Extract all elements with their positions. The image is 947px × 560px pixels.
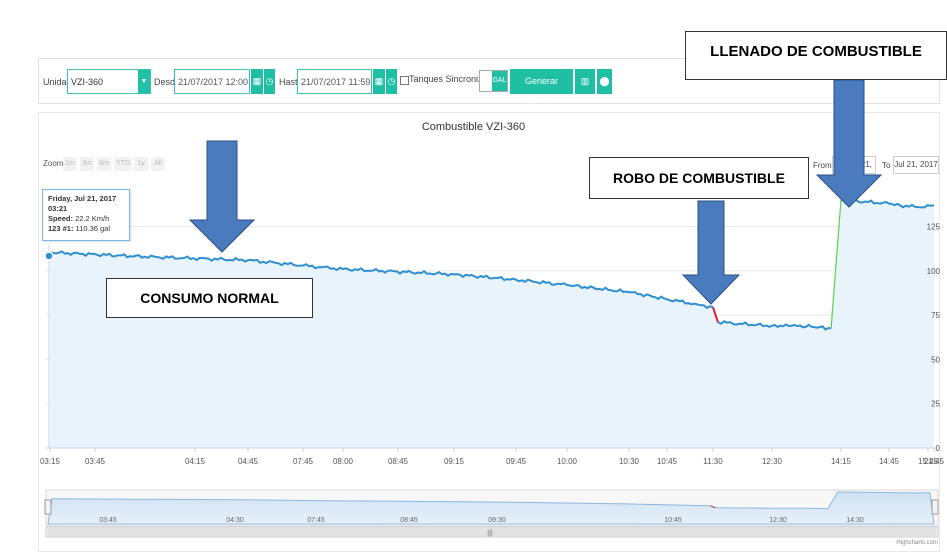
x-axis-ticks: 03:15 03:45 04:15 04:45 07:45 08:00 08:45 09:15… (40, 447, 945, 466)
y-tick-label: 25 (931, 400, 940, 409)
x-tick-label: 14:15 (831, 457, 852, 466)
scrollbar-grip-icon: ||| (487, 530, 493, 537)
x-tick-label: 08:00 (333, 457, 354, 466)
navigator-left-handle[interactable] (44, 499, 52, 515)
navigator-tick-label: 10:45 (664, 517, 682, 524)
navigator-tick-label: 09:30 (488, 517, 506, 524)
x-tick-label: 03:45 (85, 457, 106, 466)
navigator-tick-label: 04:30 (226, 517, 244, 524)
y-tick-label: 75 (931, 311, 940, 320)
x-tick-label: 03:15 (40, 457, 61, 466)
y-tick-label: 0 (936, 444, 941, 453)
tooltip-date: Friday, Jul 21, 2017 03:21 (48, 194, 117, 213)
navigator-tick-label: 03:45 (99, 517, 117, 524)
navigator-right-handle[interactable] (931, 499, 939, 515)
consumo-callout: CONSUMO NORMAL (106, 278, 313, 318)
llenado-callout: LLENADO DE COMBUSTIBLE (685, 31, 947, 80)
navigator-tick-label: 14:30 (846, 517, 864, 524)
tooltip-speed-label: Speed: (48, 214, 74, 223)
x-tick-label: 09:15 (444, 457, 465, 466)
hover-point-marker (44, 251, 54, 261)
tooltip-tank-value: 110.36 gal (75, 224, 111, 233)
x-tick-label: 21:45 (924, 457, 945, 466)
arrow-down-icon (681, 200, 741, 305)
arrow-down-icon (188, 140, 256, 253)
chart-credits: Highcharts.com (896, 540, 938, 546)
y-tick-label: 50 (931, 355, 940, 364)
x-tick-label: 09:45 (506, 457, 527, 466)
x-tick-label: 14:45 (879, 457, 900, 466)
robo-callout: ROBO DE COMBUSTIBLE (589, 157, 809, 199)
x-tick-label: 10:00 (557, 457, 578, 466)
x-tick-label: 04:15 (185, 457, 206, 466)
tooltip-speed-value: 22.2 Km/h (75, 214, 110, 223)
series-area (50, 199, 934, 448)
x-tick-label: 10:45 (657, 457, 678, 466)
y-tick-label: 100 (927, 267, 941, 276)
arrow-down-icon (815, 79, 883, 208)
x-tick-label: 12:30 (762, 457, 783, 466)
navigator-tick-label: 07:45 (307, 517, 325, 524)
tooltip-speed: Speed: 22.2 Km/h (48, 214, 124, 224)
x-tick-label: 08:45 (388, 457, 409, 466)
tooltip-tank-label: 123 #1: (48, 224, 74, 233)
navigator-tick-label: 12:30 (769, 517, 787, 524)
x-tick-label: 10:30 (619, 457, 640, 466)
x-tick-label: 04:45 (238, 457, 259, 466)
x-tick-label: 11:30 (703, 457, 723, 466)
tooltip-tank: 123 #1: 110.36 gal (48, 224, 124, 234)
chart-tooltip: Friday, Jul 21, 2017 03:21 Speed: 22.2 K… (42, 189, 130, 241)
x-tick-label: 07:45 (293, 457, 314, 466)
navigator-tick-label: 08:45 (400, 517, 418, 524)
y-tick-label: 125 (927, 223, 941, 232)
